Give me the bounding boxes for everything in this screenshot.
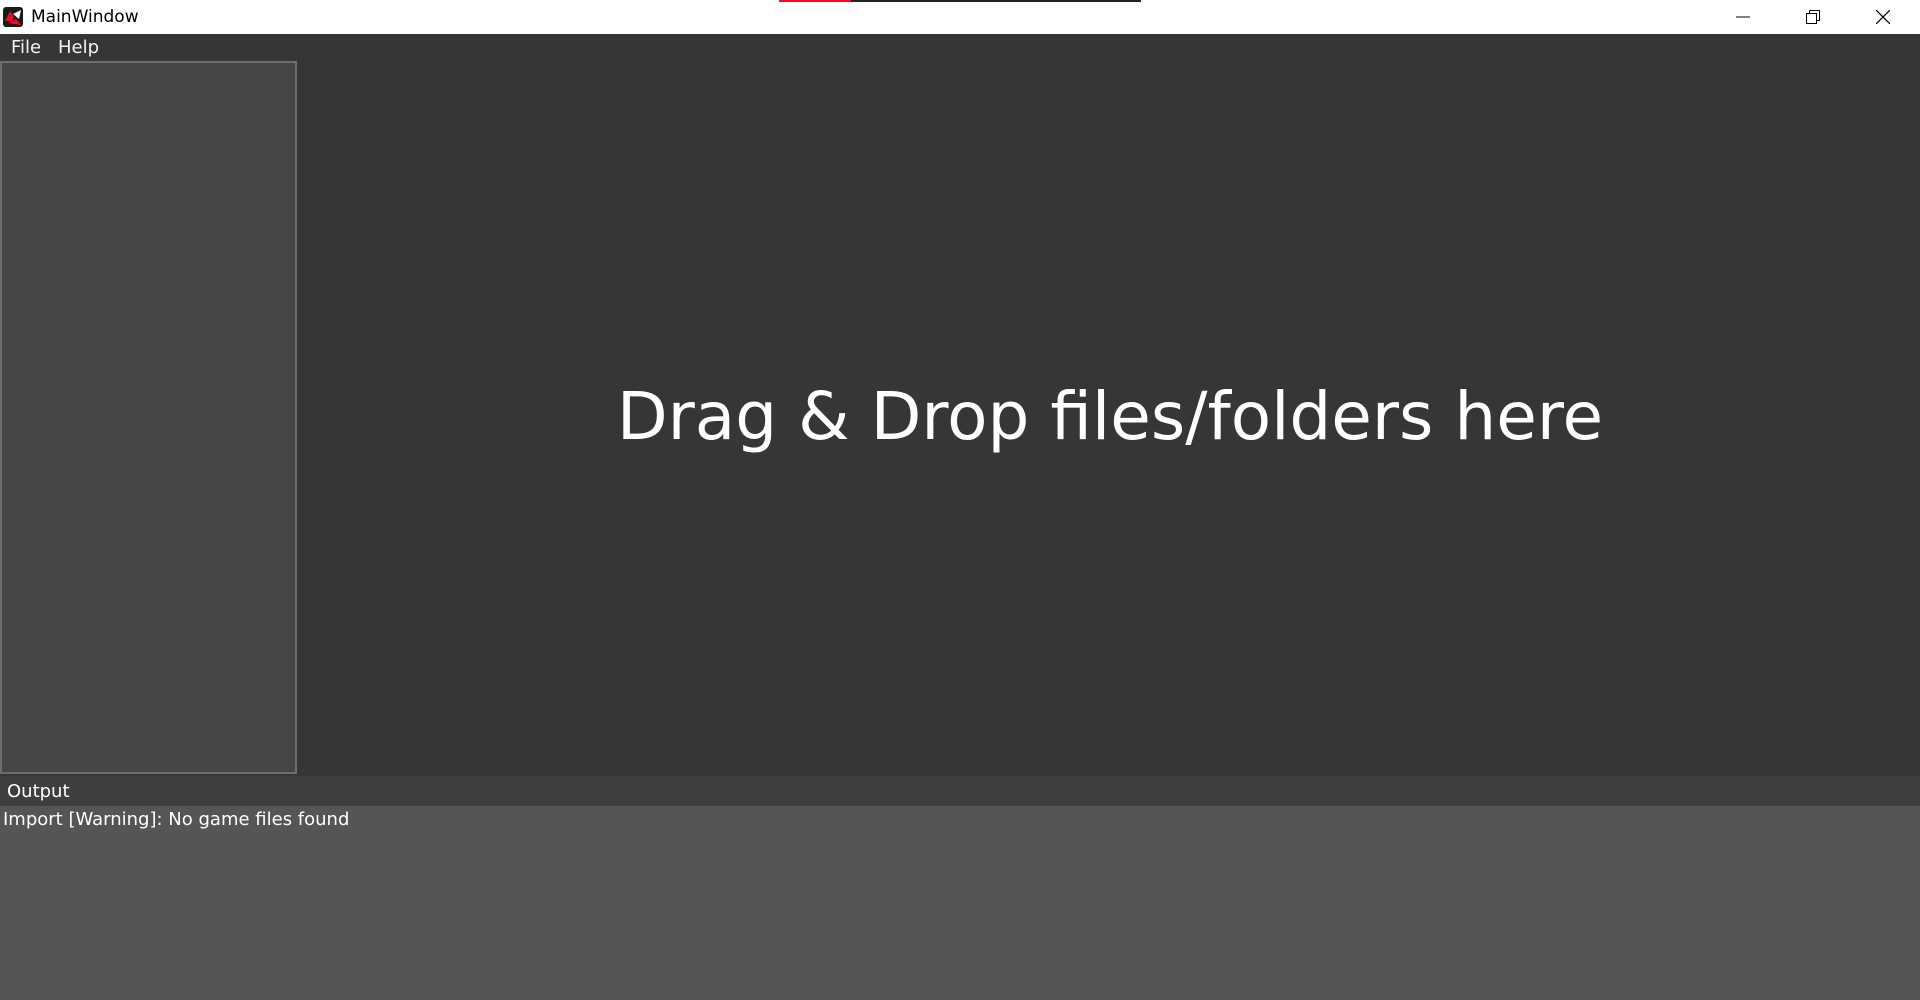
app-logo-icon	[2, 6, 24, 28]
menu-file[interactable]: File	[11, 38, 41, 58]
file-tree-panel[interactable]	[0, 61, 297, 774]
restore-icon	[1806, 10, 1820, 24]
menu-bar: File Help	[0, 34, 1920, 61]
restore-button[interactable]	[1778, 0, 1848, 34]
output-panel-header: Output	[0, 776, 1920, 806]
minimize-button[interactable]	[1708, 0, 1778, 34]
title-progress-bar	[779, 0, 1141, 2]
title-bar[interactable]: MainWindow	[0, 0, 1920, 34]
drop-zone[interactable]: Drag & Drop files/folders here	[300, 61, 1920, 776]
close-button[interactable]	[1848, 0, 1918, 34]
output-panel-title: Output	[7, 781, 70, 802]
output-log[interactable]: Import [Warning]: No game files found	[0, 806, 1920, 1000]
output-log-line: Import [Warning]: No game files found	[3, 809, 350, 830]
menu-help[interactable]: Help	[58, 38, 99, 58]
window-title: MainWindow	[31, 7, 139, 27]
title-progress-fill	[779, 0, 852, 2]
minimize-icon	[1736, 16, 1750, 18]
drop-hint: Drag & Drop files/folders here	[616, 378, 1604, 455]
close-icon	[1876, 10, 1890, 24]
